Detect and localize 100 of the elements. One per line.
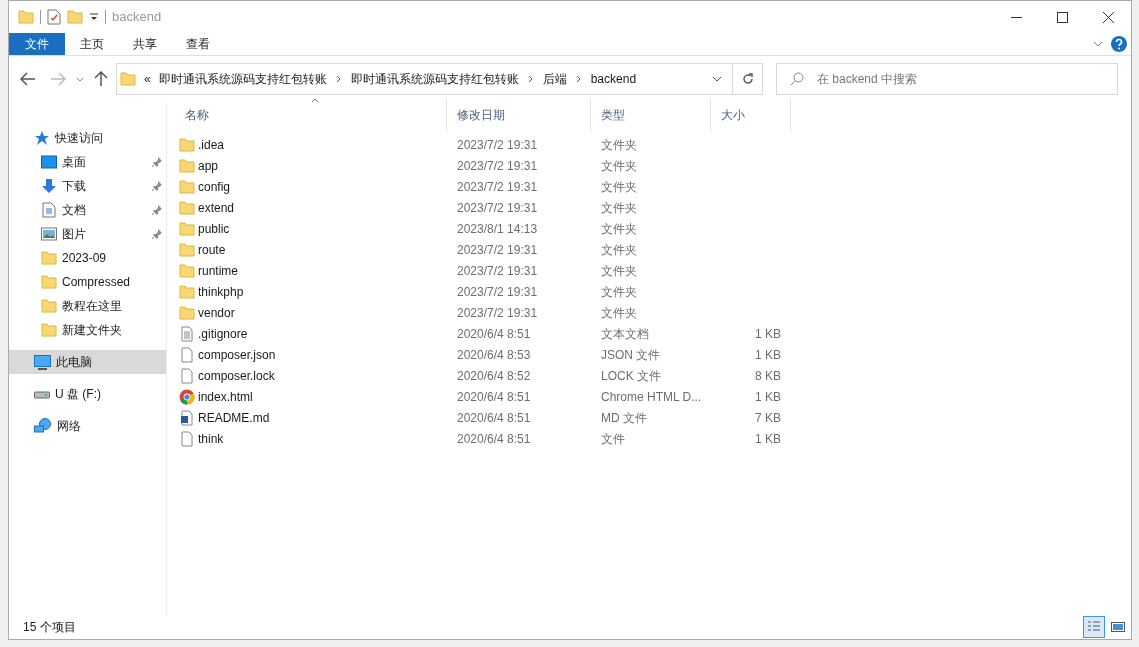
- back-arrow-icon[interactable]: [20, 72, 36, 86]
- modified-date: 2023/7/2 19:31: [457, 263, 538, 278]
- file-row[interactable]: .gitignore 2020/6/4 8:51 文本文档 1 KB: [179, 323, 1131, 344]
- text-file-icon: [179, 325, 195, 342]
- column-header[interactable]: 名称: [175, 98, 447, 132]
- new-folder-icon: [67, 9, 83, 25]
- file-size: 1 KB: [755, 326, 781, 341]
- dropdown-icon[interactable]: [89, 12, 99, 22]
- file-type: 文件夹: [601, 305, 637, 320]
- file-type: 文件夹: [601, 179, 637, 194]
- minimize-icon: [1010, 16, 1022, 18]
- star-icon: [34, 130, 50, 146]
- chevron-down-icon[interactable]: [712, 76, 722, 82]
- up-arrow-icon[interactable]: [94, 71, 108, 87]
- modified-date: 2023/7/2 19:31: [457, 305, 538, 320]
- properties-checkmark-icon[interactable]: [47, 9, 61, 25]
- file-row[interactable]: public 2023/8/1 14:13 文件夹: [179, 218, 1131, 239]
- folder-icon: [179, 136, 195, 153]
- file-size: 1 KB: [755, 431, 781, 446]
- breadcrumb[interactable]: backend: [590, 70, 637, 88]
- column-header[interactable]: 类型: [591, 98, 711, 132]
- nav-item[interactable]: 图片: [9, 222, 166, 246]
- breadcrumb[interactable]: 即时通讯系统源码支持红包转账: [158, 70, 327, 88]
- folder-icon: [18, 9, 34, 25]
- ribbon-tab[interactable]: 共享: [118, 33, 171, 55]
- breadcrumb[interactable]: 后端: [542, 70, 567, 88]
- modified-date: 2020/6/4 8:51: [457, 410, 531, 425]
- file-row[interactable]: route 2023/7/2 19:31 文件夹: [179, 239, 1131, 260]
- nav-item[interactable]: 网络: [9, 414, 166, 438]
- chevron-right-icon[interactable]: [335, 75, 342, 83]
- nav-item[interactable]: 桌面: [9, 150, 166, 174]
- nav-item[interactable]: 快速访问: [9, 126, 166, 150]
- file-row[interactable]: config 2023/7/2 19:31 文件夹: [179, 176, 1131, 197]
- pin-icon[interactable]: [151, 180, 163, 192]
- browser-icon: [179, 388, 195, 405]
- ribbon-tab[interactable]: 查看: [171, 33, 224, 55]
- pin-icon[interactable]: [151, 228, 163, 240]
- modified-date: 2023/7/2 19:31: [457, 158, 538, 173]
- modified-date: 2020/6/4 8:53: [457, 347, 531, 362]
- file-type: Chrome HTML D...: [601, 389, 702, 404]
- desktop-icon: [41, 155, 57, 169]
- download-arrow-icon: [41, 178, 57, 194]
- file-name: .idea: [198, 136, 225, 154]
- file-name: runtime: [198, 262, 238, 280]
- column-header[interactable]: 修改日期: [447, 98, 591, 132]
- file-row[interactable]: app 2023/7/2 19:31 文件夹: [179, 155, 1131, 176]
- file-row[interactable]: vendor 2023/7/2 19:31 文件夹: [179, 302, 1131, 323]
- file-type: MD 文件: [601, 410, 647, 425]
- pin-icon[interactable]: [151, 156, 163, 168]
- nav-item[interactable]: U 盘 (F:): [9, 382, 166, 406]
- nav-item[interactable]: Compressed: [9, 270, 166, 294]
- folder-icon: [179, 304, 195, 321]
- file-icon: [179, 346, 195, 363]
- pin-icon[interactable]: [151, 204, 163, 216]
- search-field[interactable]: 在 backend 中搜索: [776, 63, 1118, 95]
- breadcrumb-overflow[interactable]: «: [144, 70, 151, 88]
- chevron-right-icon[interactable]: [575, 75, 582, 83]
- nav-item[interactable]: 2023-09: [9, 246, 166, 270]
- chevron-down-icon[interactable]: [76, 76, 84, 82]
- nav-item[interactable]: 下载: [9, 174, 166, 198]
- file-name: extend: [198, 199, 235, 217]
- file-name: route: [198, 241, 226, 259]
- ribbon-tab[interactable]: 文件: [9, 33, 65, 55]
- nav-item[interactable]: 此电脑: [9, 350, 166, 374]
- nav-item[interactable]: 文档: [9, 198, 166, 222]
- file-row[interactable]: .idea 2023/7/2 19:31 文件夹: [179, 134, 1131, 155]
- file-row[interactable]: thinkphp 2023/7/2 19:31 文件夹: [179, 281, 1131, 302]
- file-row[interactable]: runtime 2023/7/2 19:31 文件夹: [179, 260, 1131, 281]
- file-row[interactable]: README.md 2020/6/4 8:51 MD 文件 7 KB: [179, 407, 1131, 428]
- folder-icon: [120, 71, 136, 87]
- modified-date: 2020/6/4 8:51: [457, 389, 531, 404]
- file-size: 1 KB: [755, 389, 781, 404]
- modified-date: 2023/7/2 19:31: [457, 242, 538, 257]
- nav-item[interactable]: 新建文件夹: [9, 318, 166, 342]
- modified-date: 2020/6/4 8:51: [457, 326, 531, 341]
- file-size: 1 KB: [755, 347, 781, 362]
- details-list-icon: [1087, 620, 1101, 634]
- address-bar[interactable]: « 即时通讯系统源码支持红包转账 即时通讯系统源码支持红包转账 后端 backend: [116, 63, 733, 95]
- file-row[interactable]: composer.json 2020/6/4 8:53 JSON 文件 1 KB: [179, 344, 1131, 365]
- refresh-button[interactable]: [733, 63, 763, 95]
- file-name: .gitignore: [198, 325, 248, 343]
- column-header[interactable]: 大小: [711, 98, 791, 132]
- ribbon-tab[interactable]: 主页: [65, 33, 118, 55]
- chevron-down-icon[interactable]: [1093, 41, 1103, 47]
- file-row[interactable]: think 2020/6/4 8:51 文件 1 KB: [179, 428, 1131, 449]
- nav-item[interactable]: 教程在这里: [9, 294, 166, 318]
- file-row[interactable]: index.html 2020/6/4 8:51 Chrome HTML D... 1 KB: [179, 386, 1131, 407]
- file-name: public: [198, 220, 230, 238]
- large-thumbnail-icon: [1111, 621, 1125, 633]
- network-icon: [34, 418, 52, 434]
- file-type: 文件夹: [601, 158, 637, 173]
- file-type: 文件夹: [601, 221, 637, 236]
- document-icon: [42, 202, 56, 218]
- help-icon[interactable]: [1111, 36, 1127, 52]
- file-row[interactable]: composer.lock 2020/6/4 8:52 LOCK 文件 8 KB: [179, 365, 1131, 386]
- file-name: config: [198, 178, 231, 196]
- folder-icon: [179, 199, 195, 216]
- file-row[interactable]: extend 2023/7/2 19:31 文件夹: [179, 197, 1131, 218]
- breadcrumb[interactable]: 即时通讯系统源码支持红包转账: [350, 70, 519, 88]
- chevron-right-icon[interactable]: [527, 75, 534, 83]
